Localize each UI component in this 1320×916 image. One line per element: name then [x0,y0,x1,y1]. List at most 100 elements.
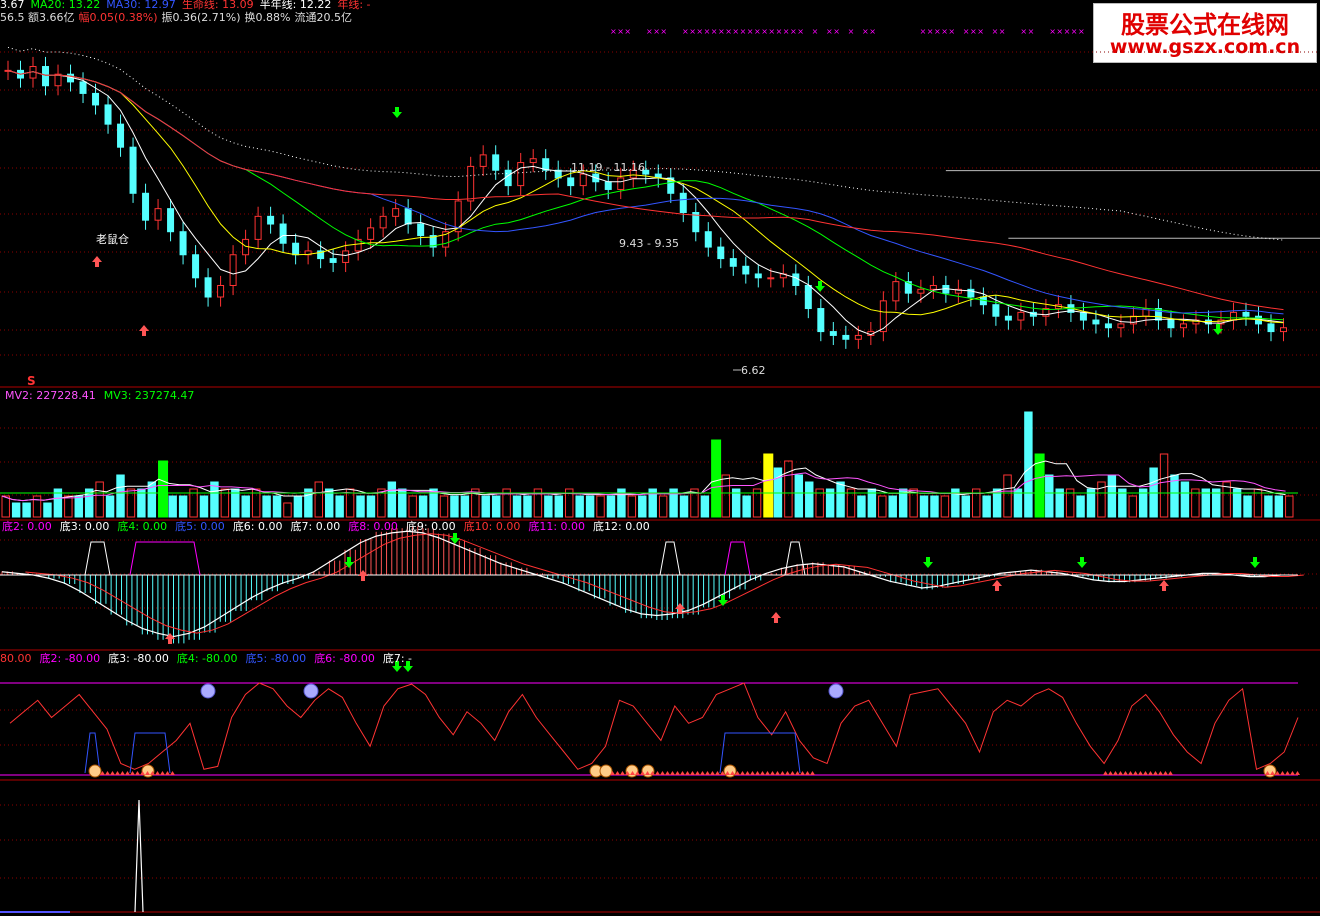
osc-header-item-5: 底7: 0.00 [290,520,341,533]
volume-bar-19 [199,495,209,518]
smile-face-icon-7 [1263,764,1277,778]
sig-mark-1-615 [615,771,620,775]
sig-mark-1-695 [695,771,700,775]
volume-bar-53 [554,495,564,518]
candle-body-16 [204,277,212,298]
osc-buy-arrow-5 [1159,580,1169,591]
volume-header: MV2: 227228.41 MV3: 237274.47 [5,390,202,402]
volume-bar-57 [596,495,605,518]
volume-bar-82 [857,495,866,518]
candle-body-32 [404,208,412,225]
top-marker-6: × [653,27,660,36]
sig-mark-0-170 [170,771,175,775]
volume-bar-27 [283,502,292,518]
candle-body-65 [817,308,825,333]
volume-bar-7 [74,495,83,518]
top-marker-24: × [783,27,790,36]
volume-bar-49 [512,495,522,518]
sig-mark-1-690 [690,771,695,775]
candle-body-67 [842,334,850,340]
volume-bar-67 [700,495,710,518]
sig-mark-0-155 [155,771,160,775]
volume-bar-46 [481,495,490,518]
osc-header-item-2: 底4: 0.00 [117,520,168,533]
osc-buy-arrow-3 [771,612,781,623]
osc-header-item-0: 底2: 0.00 [2,520,52,533]
top-marker-62: × [1056,27,1063,36]
top-marker-51: × [977,27,984,36]
sell-arrow-2 [1213,324,1223,335]
top-marker-54: × [999,27,1006,36]
volume-bar-17 [178,495,188,518]
sad-face-icon-1 [303,683,319,699]
sig-mark-1-770 [770,771,775,775]
top-marker-33: × [848,27,855,36]
sig-mark-2-1128 [1128,771,1133,775]
candle-body-59 [742,265,750,275]
candle-body-11 [142,192,150,221]
candle-body-39 [492,154,500,171]
ma10-line [7,69,1284,324]
buy-arrow-1 [139,325,149,336]
sig-mark-1-620 [620,771,625,775]
ma20-line [7,69,1284,321]
top-marker-53: × [992,27,999,36]
volume-bar-76 [794,474,804,518]
candle-body-56 [704,231,712,248]
volume-bar-75 [784,460,793,518]
sig-mark-0-135 [135,771,140,775]
volume-bar-32 [335,495,344,518]
sig-mark-1-795 [795,771,800,775]
top-marker-44: × [927,27,934,36]
top-marker-1: × [617,27,624,36]
osc-pulse-1 [129,541,201,576]
volume-bar-42 [439,495,449,518]
candle-body-10 [129,146,137,194]
volume-bar-28 [293,495,303,518]
volume-bar-6 [64,495,73,518]
volume-bar-94 [982,495,991,518]
candle-body-66 [829,331,837,336]
sig-mark-2-1138 [1138,771,1143,775]
volume-bar-65 [679,495,689,518]
candle-body-61 [767,277,775,280]
sig-mark-1-790 [790,771,795,775]
top-marker-57: × [1020,27,1027,36]
sad-face-icon-0 [200,683,216,699]
stock-chart[interactable]: × × × × × × × × × × × × × × × × × × × × × × × × × × × × × × × × × × × × × × × ×… [0,0,1320,916]
candle-body-17 [217,284,225,298]
candle-body-48 [604,181,612,190]
candle-body-42 [529,158,537,164]
volume-bar-108 [1128,495,1137,518]
top-marker-28: × [812,27,819,36]
sig-header-item-6: 底7: - [382,652,413,665]
candle-body-15 [192,254,200,279]
candle-body-21 [267,215,275,225]
top-marker-16: × [725,27,732,36]
candle-body-79 [992,304,1000,317]
candle-body-12 [154,208,162,221]
volume-bar-71 [742,495,751,518]
sig-mark-1-750 [750,771,755,775]
osc-pulse-0 [84,541,111,576]
top-marker-30: × [826,27,833,36]
sig-mark-1-785 [785,771,790,775]
osc-sell-arrow-4 [1077,557,1087,568]
sig-mark-1-740 [740,771,745,775]
volume-bar-37 [387,481,397,518]
sig-mark-2-1163 [1163,771,1168,775]
candle-body-87 [1092,319,1100,325]
top-marker-18: × [740,27,747,36]
candle-body-9 [117,123,125,148]
signal-header: 80.00 底2: -80.00 底3: -80.00 底4: -80.00 底5: -… [0,653,420,665]
candle-body-80 [1004,315,1012,321]
top-marker-19: × [747,27,754,36]
candle-body-71 [892,281,900,302]
volume-bar-69 [721,474,730,518]
candle-body-81 [1017,311,1025,321]
sell-arrow-0 [392,107,402,118]
sig-mark-1-700 [700,771,705,775]
sell-arrow-1 [815,281,825,292]
smile-face-icon-6 [723,764,737,778]
top-marker-0: × [610,27,617,36]
